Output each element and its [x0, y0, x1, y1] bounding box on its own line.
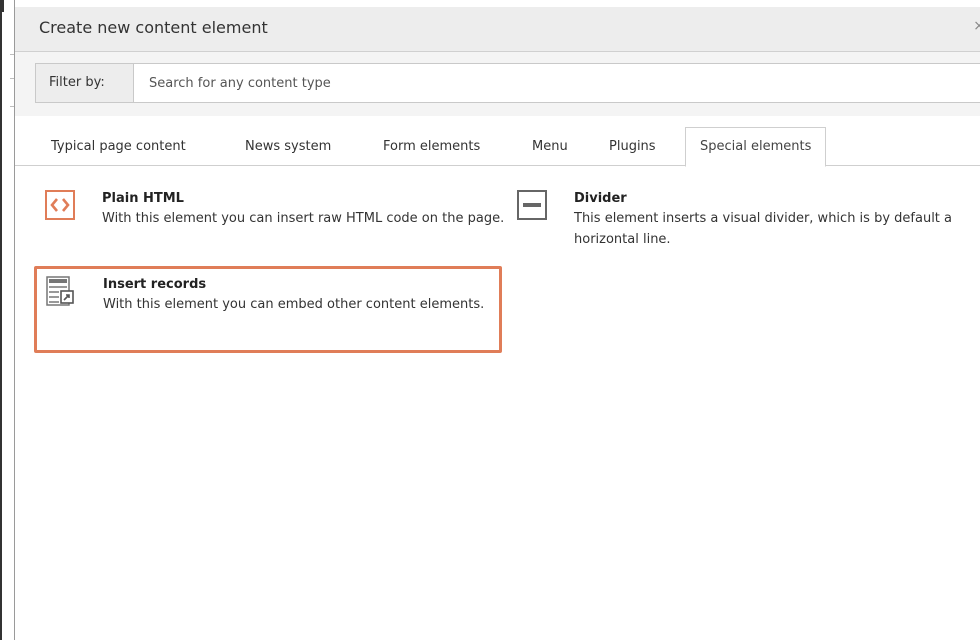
tab-news-system[interactable]: News system: [245, 127, 331, 166]
filter-label: Filter by:: [35, 63, 134, 103]
html-code-icon: [45, 190, 75, 220]
element-title: Insert records: [103, 277, 207, 292]
element-insert-records[interactable]: Insert records With this element you can…: [34, 266, 502, 353]
element-plain-html-texts: Plain HTML With this element you can ins…: [102, 190, 512, 229]
tab-special-elements[interactable]: Special elements: [685, 127, 827, 167]
element-divider-texts: Divider This element inserts a visual di…: [574, 190, 966, 250]
divider-icon: [517, 190, 547, 220]
search-input[interactable]: [134, 63, 980, 103]
new-content-element-modal: Create new content element × Filter by: …: [14, 0, 980, 640]
element-insert-records-texts: Insert records With this element you can…: [103, 276, 488, 315]
modal-header: Create new content element ×: [15, 7, 980, 52]
element-description: With this element you can embed other co…: [103, 297, 485, 312]
element-title: Plain HTML: [102, 191, 184, 206]
tab-plugins[interactable]: Plugins: [609, 127, 656, 166]
element-title: Divider: [574, 191, 627, 206]
element-description: With this element you can insert raw HTM…: [102, 211, 505, 226]
element-plain-html[interactable]: Plain HTML With this element you can ins…: [45, 190, 505, 254]
tab-form-elements[interactable]: Form elements: [383, 127, 480, 166]
filter-bar: Filter by:: [15, 52, 980, 116]
elements-panel: Plain HTML With this element you can ins…: [15, 166, 980, 640]
tab-typical-page-content[interactable]: Typical page content: [51, 127, 186, 166]
tab-menu[interactable]: Menu: [532, 127, 568, 166]
close-icon[interactable]: ×: [973, 18, 980, 34]
element-description: This element inserts a visual divider, w…: [574, 211, 952, 247]
modal-title: Create new content element: [39, 18, 268, 37]
background-page-strip: [0, 0, 14, 640]
insert-records-icon: [46, 276, 76, 306]
content-type-tabs: Typical page content News system Form el…: [15, 116, 980, 167]
element-divider[interactable]: Divider This element inserts a visual di…: [517, 190, 967, 254]
